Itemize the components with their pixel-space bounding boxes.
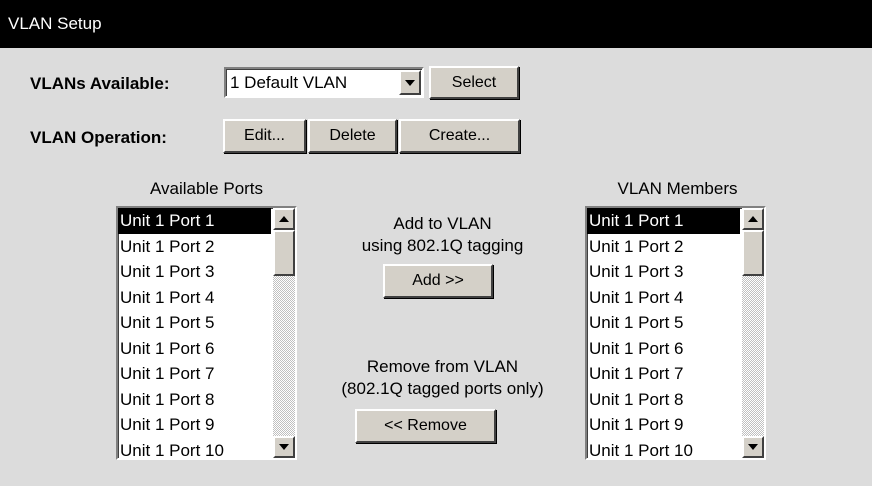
list-item[interactable]: Unit 1 Port 10 <box>587 438 740 459</box>
remove-button[interactable]: << Remove <box>355 409 496 443</box>
vlan-operation-label: VLAN Operation: <box>30 128 167 147</box>
list-item[interactable]: Unit 1 Port 1 <box>118 208 271 234</box>
scroll-down-arrow-icon[interactable] <box>273 436 295 458</box>
list-item[interactable]: Unit 1 Port 3 <box>587 259 740 285</box>
available-ports-title: Available Ports <box>149 179 264 198</box>
list-item[interactable]: Unit 1 Port 2 <box>118 234 271 260</box>
add-line2: using 802.1Q tagging <box>361 236 524 255</box>
create-button[interactable]: Create... <box>399 119 520 153</box>
scrollbar-thumb[interactable] <box>742 230 764 276</box>
remove-line1: Remove from VLAN <box>366 357 519 376</box>
list-item[interactable]: Unit 1 Port 6 <box>118 336 271 362</box>
vlan-setup-window: VLAN Setup VLANs Available: 1 Default VL… <box>0 0 872 486</box>
list-item[interactable]: Unit 1 Port 8 <box>587 387 740 413</box>
select-button[interactable]: Select <box>429 66 519 99</box>
list-item[interactable]: Unit 1 Port 8 <box>118 387 271 413</box>
list-item[interactable]: Unit 1 Port 1 <box>587 208 740 234</box>
vlan-members-title: VLAN Members <box>617 179 738 198</box>
remove-description: Remove from VLAN (802.1Q tagged ports on… <box>300 356 585 400</box>
vlan-members-scrollbar[interactable] <box>742 208 764 458</box>
list-item[interactable]: Unit 1 Port 6 <box>587 336 740 362</box>
vlan-select-value: 1 Default VLAN <box>230 73 348 92</box>
list-item[interactable]: Unit 1 Port 5 <box>118 310 271 336</box>
list-item[interactable]: Unit 1 Port 5 <box>587 310 740 336</box>
list-item[interactable]: Unit 1 Port 9 <box>118 412 271 438</box>
add-line1: Add to VLAN <box>393 214 492 233</box>
list-item[interactable]: Unit 1 Port 7 <box>118 361 271 387</box>
scroll-up-arrow-icon[interactable] <box>273 208 295 230</box>
vlan-select[interactable]: 1 Default VLAN <box>224 67 424 98</box>
list-item[interactable]: Unit 1 Port 7 <box>587 361 740 387</box>
list-item[interactable]: Unit 1 Port 4 <box>118 285 271 311</box>
scrollbar-thumb[interactable] <box>273 230 295 276</box>
scroll-up-arrow-icon[interactable] <box>742 208 764 230</box>
remove-line2: (802.1Q tagged ports only) <box>341 379 544 398</box>
edit-button[interactable]: Edit... <box>223 119 306 153</box>
available-ports-list[interactable]: Unit 1 Port 1 Unit 1 Port 2 Unit 1 Port 3U… <box>116 206 297 460</box>
add-button[interactable]: Add >> <box>383 264 493 298</box>
list-item[interactable]: Unit 1 Port 9 <box>587 412 740 438</box>
vlans-available-label: VLANs Available: <box>30 74 170 93</box>
list-item[interactable]: Unit 1 Port 10 <box>118 438 271 459</box>
window-title: VLAN Setup <box>0 0 872 48</box>
vlan-members-list[interactable]: Unit 1 Port 1 Unit 1 Port 2 Unit 1 Port 3U… <box>585 206 766 460</box>
list-item[interactable]: Unit 1 Port 4 <box>587 285 740 311</box>
delete-button[interactable]: Delete <box>308 119 397 153</box>
list-item[interactable]: Unit 1 Port 3 <box>118 259 271 285</box>
chevron-down-icon[interactable] <box>399 70 421 95</box>
available-ports-scrollbar[interactable] <box>273 208 295 458</box>
list-item[interactable]: Unit 1 Port 2 <box>587 234 740 260</box>
scroll-down-arrow-icon[interactable] <box>742 436 764 458</box>
add-description: Add to VLAN using 802.1Q tagging <box>305 213 580 257</box>
